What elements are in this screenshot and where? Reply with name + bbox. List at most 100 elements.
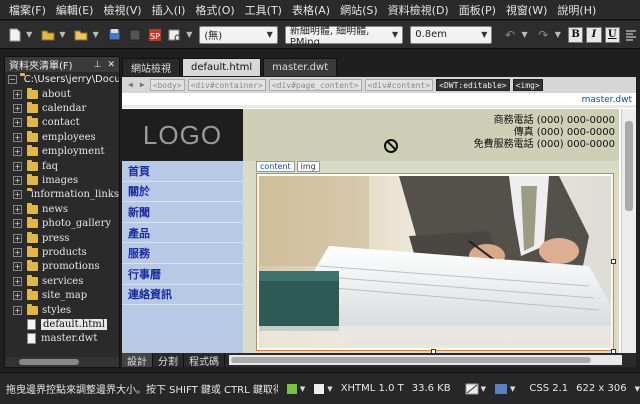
new-file-dropdown[interactable]: ▼: [26, 30, 32, 39]
redo-icon[interactable]: ↷: [535, 26, 552, 44]
undo-icon[interactable]: ↶: [501, 26, 518, 44]
italic-button[interactable]: I: [586, 26, 602, 43]
preview-dropdown[interactable]: ▼: [186, 30, 192, 39]
tab-code[interactable]: 程式碼: [184, 353, 225, 368]
folder-item-faq[interactable]: + faq: [5, 159, 119, 173]
folder-item-site_map[interactable]: + site_map: [5, 288, 119, 302]
expand-icon[interactable]: +: [13, 247, 22, 257]
region-tab-content[interactable]: content: [256, 161, 295, 172]
design-horizontal-scrollbar[interactable]: [229, 355, 622, 365]
size-select[interactable]: 0.8em ▼: [410, 25, 493, 44]
publish-icon[interactable]: SP: [146, 26, 163, 44]
menu-item[interactable]: 說明(H): [552, 2, 601, 18]
tab-master-dwt[interactable]: master.dwt: [263, 58, 338, 76]
folder-item-promotions[interactable]: + promotions: [5, 260, 119, 274]
region-tab-img[interactable]: img: [296, 161, 320, 172]
pin-icon[interactable]: ⊥: [93, 60, 101, 70]
nav-link[interactable]: 新聞: [122, 202, 243, 223]
menu-item[interactable]: 格式(O): [190, 2, 239, 18]
menu-item[interactable]: 插入(I): [147, 2, 191, 18]
save-all-icon[interactable]: [126, 26, 143, 44]
page-properties-icon[interactable]: ▼: [465, 383, 486, 395]
style-select[interactable]: (無) ▼: [199, 25, 278, 44]
css-version[interactable]: CSS 2.1: [529, 383, 568, 394]
bold-button[interactable]: B: [567, 26, 584, 43]
nav-link[interactable]: 關於: [122, 182, 243, 203]
expand-icon[interactable]: +: [13, 305, 22, 315]
collapse-icon[interactable]: −: [8, 75, 17, 84]
nav-link[interactable]: 連絡資訊: [122, 285, 243, 306]
tag-div-content[interactable]: <div#content>: [364, 79, 434, 91]
font-select[interactable]: 新細明體, 細明體, PMing ▼: [284, 25, 404, 48]
folder-item-calendar[interactable]: + calendar: [5, 101, 119, 115]
nav-link[interactable]: 產品: [122, 223, 243, 244]
folder-item-services[interactable]: + services: [5, 274, 119, 288]
folder-item-information_links[interactable]: + information_links: [5, 188, 119, 202]
menu-item[interactable]: 網站(S): [335, 2, 383, 18]
tag-div-page-content[interactable]: <div#page_content>: [268, 79, 362, 91]
menu-item[interactable]: 檢視(V): [98, 2, 146, 18]
redo-dropdown[interactable]: ▼: [555, 30, 561, 39]
style-application-icon[interactable]: ▼: [313, 383, 333, 395]
design-view[interactable]: master.dwt LOGO 商務電話 (000) 000-0000 傳真 (…: [122, 93, 636, 353]
save-icon[interactable]: [106, 26, 123, 44]
expand-icon[interactable]: +: [13, 291, 22, 301]
nav-link[interactable]: 行事曆: [122, 264, 243, 285]
expand-icon[interactable]: +: [13, 147, 22, 157]
folder-root[interactable]: − C:\Users\jerry\Documen: [5, 72, 119, 87]
folder-item-styles[interactable]: + styles: [5, 303, 119, 317]
tag-body[interactable]: <body>: [149, 79, 185, 91]
selected-image[interactable]: [256, 173, 614, 351]
tag-div-container[interactable]: <div#container>: [187, 79, 266, 91]
menu-item[interactable]: 編輯(E): [51, 2, 99, 18]
nav-link[interactable]: 服務: [122, 243, 243, 264]
file-item[interactable]: default.html: [5, 317, 119, 331]
expand-icon[interactable]: +: [13, 262, 22, 272]
folder-item-employment[interactable]: + employment: [5, 145, 119, 159]
open-file-dropdown[interactable]: ▼: [59, 30, 65, 39]
page-dimensions[interactable]: 622 x 306: [576, 383, 626, 394]
expand-icon[interactable]: +: [13, 219, 22, 229]
menu-item[interactable]: 表格(A): [287, 2, 335, 18]
tab-split[interactable]: 分割: [153, 353, 184, 368]
chevron-down-icon[interactable]: ▼: [635, 385, 640, 393]
menu-item[interactable]: 檔案(F): [4, 2, 51, 18]
folder-item-products[interactable]: + products: [5, 245, 119, 259]
expand-icon[interactable]: +: [13, 204, 22, 214]
preview-icon[interactable]: [166, 26, 183, 44]
schema-icon[interactable]: ▼: [494, 383, 515, 395]
tag-img[interactable]: <img>: [512, 79, 543, 91]
open-folder-dropdown[interactable]: ▼: [93, 30, 99, 39]
resize-handle[interactable]: [611, 259, 616, 264]
folder-item-photo_gallery[interactable]: + photo_gallery: [5, 217, 119, 231]
underline-button[interactable]: U: [604, 26, 620, 43]
expand-icon[interactable]: +: [13, 104, 22, 114]
expand-icon[interactable]: +: [13, 161, 22, 171]
expand-icon[interactable]: +: [13, 233, 22, 243]
close-icon[interactable]: ✕: [107, 60, 115, 70]
tab-default-html[interactable]: default.html: [182, 58, 262, 76]
tag-back-icon[interactable]: ◀: [126, 79, 135, 91]
doctype-indicator[interactable]: XHTML 1.0 T: [341, 383, 404, 394]
expand-icon[interactable]: +: [13, 276, 22, 286]
folder-item-images[interactable]: + images: [5, 173, 119, 187]
expand-icon[interactable]: +: [13, 132, 22, 142]
tab-site-view[interactable]: 網站檢視: [122, 58, 180, 76]
tab-design[interactable]: 設計: [122, 353, 153, 368]
menu-item[interactable]: 資料檢視(D): [383, 2, 454, 18]
folder-item-press[interactable]: + press: [5, 231, 119, 245]
expand-icon[interactable]: +: [13, 190, 22, 200]
menu-item[interactable]: 工具(T): [240, 2, 287, 18]
folder-panel-scrollbar[interactable]: [5, 357, 119, 367]
tag-dwt-editable[interactable]: <DWT:editable>: [436, 79, 510, 91]
design-vertical-scrollbar[interactable]: [621, 109, 636, 353]
expand-icon[interactable]: +: [13, 118, 22, 128]
expand-icon[interactable]: +: [13, 89, 22, 99]
open-folder-icon[interactable]: [73, 26, 90, 44]
folder-item-contact[interactable]: + contact: [5, 116, 119, 130]
menu-item[interactable]: 視窗(W): [501, 2, 552, 18]
nav-link[interactable]: 首頁: [122, 161, 243, 182]
folder-item-news[interactable]: + news: [5, 202, 119, 216]
folder-item-employees[interactable]: + employees: [5, 130, 119, 144]
file-item[interactable]: master.dwt: [5, 332, 119, 346]
